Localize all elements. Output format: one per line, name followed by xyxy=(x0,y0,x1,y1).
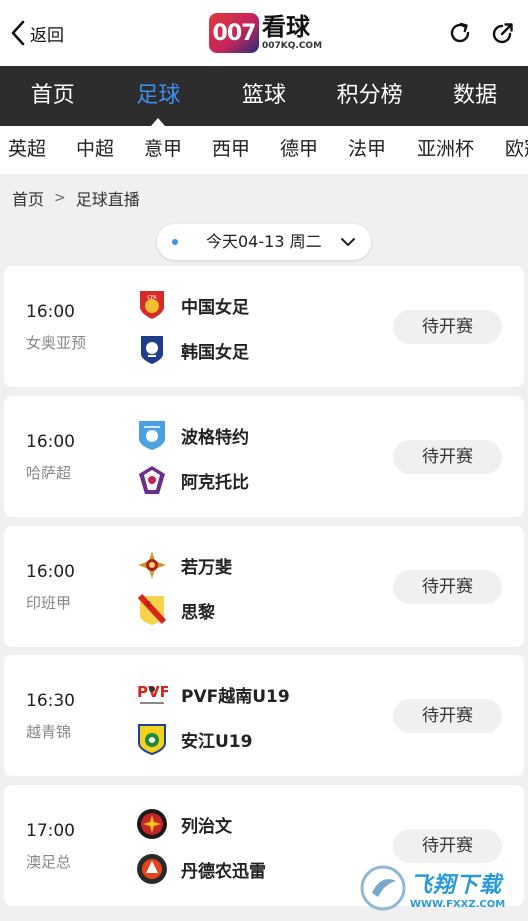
team-name: PVF越南U19 xyxy=(181,686,290,707)
match-card[interactable]: 16:00 印班甲 若万斐 C 思黎 待开赛 xyxy=(4,526,524,647)
logo-domain: 007KQ.COM xyxy=(262,41,323,51)
app-logo: 007 看球 007KQ.COM xyxy=(209,11,322,55)
match-status: 待开赛 xyxy=(393,699,502,733)
match-status: 待开赛 xyxy=(393,829,502,863)
refresh-icon[interactable] xyxy=(447,20,473,46)
breadcrumb-home[interactable]: 首页 xyxy=(12,186,44,210)
nav-data[interactable]: 数据 xyxy=(422,66,528,126)
team-name: 阿克托比 xyxy=(181,472,249,493)
svg-text:C: C xyxy=(147,601,151,608)
team-crest-icon xyxy=(136,549,168,581)
date-label: 今天04-13 周二 xyxy=(206,232,322,251)
team-name: 波格特约 xyxy=(181,427,249,448)
league-tab[interactable]: 西甲 xyxy=(212,126,250,174)
team-crest-icon xyxy=(136,723,168,755)
date-dot-icon xyxy=(172,239,178,245)
team-crest-icon: PVF xyxy=(136,678,168,710)
match-card[interactable]: 16:30 越青锦 PVF PVF越南U19 安江U19 待开赛 xyxy=(4,655,524,776)
match-card[interactable]: 16:00 哈萨超 波格特约 阿克托比 待开赛 xyxy=(4,396,524,517)
team-crest-icon xyxy=(136,334,168,366)
breadcrumb-current: 足球直播 xyxy=(75,190,140,209)
league-tab[interactable]: 英超 xyxy=(8,126,46,174)
league-tab[interactable]: 亚洲杯 xyxy=(417,126,474,174)
home-team: 列治文 xyxy=(136,806,232,842)
team-crest-icon xyxy=(136,464,168,496)
watermark-logo-icon xyxy=(360,865,406,911)
match-league: 越青锦 xyxy=(26,723,72,741)
league-tab[interactable]: 意甲 xyxy=(144,126,182,174)
nav-standings[interactable]: 积分榜 xyxy=(317,66,423,126)
home-team: PVF PVF越南U19 xyxy=(136,676,290,712)
home-team: 波格特约 xyxy=(136,417,249,453)
home-team: 若万斐 xyxy=(136,547,232,583)
league-tab[interactable]: 中超 xyxy=(76,126,114,174)
match-league: 哈萨超 xyxy=(26,464,72,482)
share-icon[interactable] xyxy=(490,20,516,46)
away-team: 丹德农迅雷 xyxy=(136,851,266,887)
watermark-url: WWW.FXXZ.COM xyxy=(410,898,506,910)
team-crest-icon xyxy=(136,419,168,451)
team-name: 若万斐 xyxy=(181,557,232,578)
team-name: 思黎 xyxy=(181,602,215,623)
match-league: 印班甲 xyxy=(26,594,72,612)
team-name: 列治文 xyxy=(181,816,232,837)
nav-basketball[interactable]: 篮球 xyxy=(211,66,317,126)
team-name: 韩国女足 xyxy=(181,342,249,363)
match-time: 17:00 xyxy=(26,821,75,841)
away-team: 安江U19 xyxy=(136,721,252,757)
match-status: 待开赛 xyxy=(393,440,502,474)
site-watermark: 飞翔下载 WWW.FXXZ.COM xyxy=(360,860,520,916)
away-team: 韩国女足 xyxy=(136,332,249,368)
match-time: 16:00 xyxy=(26,302,75,322)
watermark-name: 飞翔下载 xyxy=(410,872,503,898)
match-status: 待开赛 xyxy=(393,570,502,604)
team-crest-icon: CFA xyxy=(136,289,168,321)
match-league: 女奥亚预 xyxy=(26,334,87,352)
breadcrumb-separator: > xyxy=(54,190,66,206)
chevron-down-icon xyxy=(341,238,355,246)
date-selector[interactable]: 今天04-13 周二 xyxy=(157,224,371,260)
back-label: 返回 xyxy=(30,25,64,46)
top-bar: 返回 007 看球 007KQ.COM xyxy=(0,0,528,66)
team-name: 丹德农迅雷 xyxy=(181,861,266,882)
logo-mark: 007 xyxy=(209,13,259,53)
chevron-left-icon xyxy=(11,20,25,46)
team-name: 中国女足 xyxy=(181,297,249,318)
away-team: C 思黎 xyxy=(136,592,215,628)
league-tab[interactable]: 法甲 xyxy=(348,126,386,174)
back-button[interactable]: 返回 xyxy=(10,18,64,48)
match-time: 16:00 xyxy=(26,562,75,582)
league-tab[interactable]: 德甲 xyxy=(280,126,318,174)
home-team: CFA 中国女足 xyxy=(136,287,249,323)
main-nav: 首页 足球 篮球 积分榜 数据 xyxy=(0,66,528,126)
logo-name: 看球 xyxy=(262,13,310,41)
match-status: 待开赛 xyxy=(393,310,502,344)
match-time: 16:30 xyxy=(26,691,75,711)
nav-home[interactable]: 首页 xyxy=(0,66,106,126)
team-name: 安江U19 xyxy=(181,731,253,752)
match-card[interactable]: 16:00 女奥亚预 CFA 中国女足 韩国女足 待开赛 xyxy=(4,266,524,387)
match-league: 澳足总 xyxy=(26,853,72,871)
league-tab[interactable]: 欧冠 xyxy=(505,126,528,174)
match-time: 16:00 xyxy=(26,432,75,452)
breadcrumb: 首页 > 足球直播 xyxy=(12,186,140,210)
team-crest-icon: C xyxy=(136,594,168,626)
team-crest-icon xyxy=(136,853,168,885)
svg-text:CFA: CFA xyxy=(147,295,157,301)
nav-football[interactable]: 足球 xyxy=(106,66,212,126)
team-crest-icon xyxy=(136,808,168,840)
away-team: 阿克托比 xyxy=(136,462,249,498)
svg-text:PVF: PVF xyxy=(137,683,168,701)
league-tabs: 英超 中超 意甲 西甲 德甲 法甲 亚洲杯 欧冠 xyxy=(0,126,528,174)
